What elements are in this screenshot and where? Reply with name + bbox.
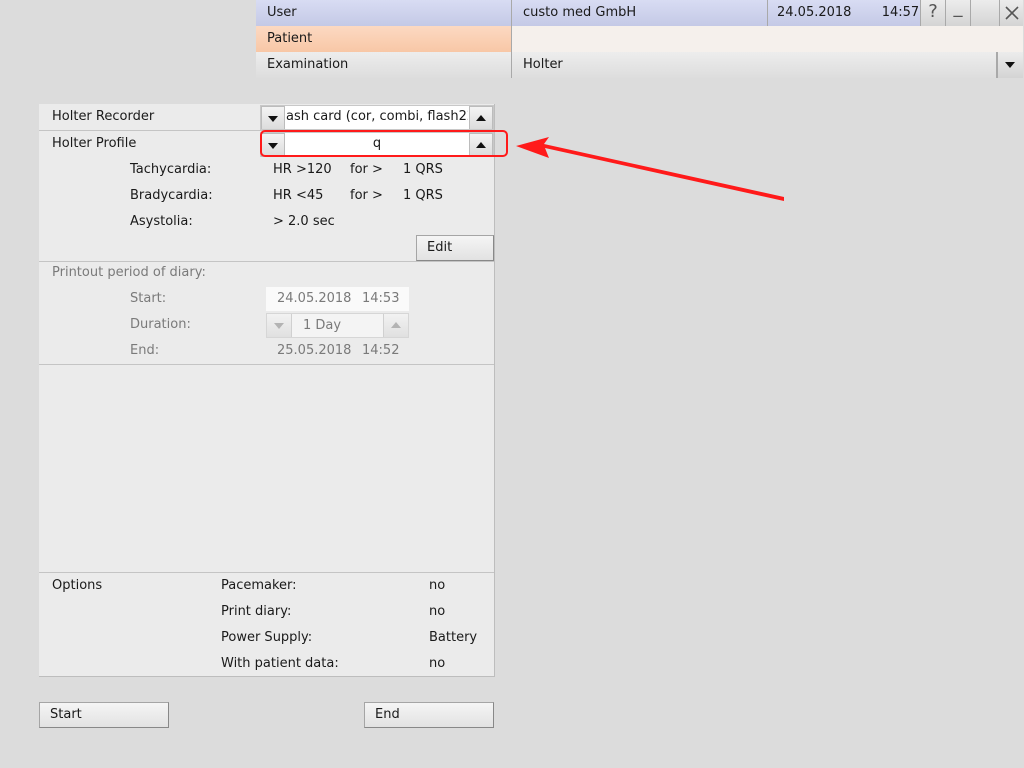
close-button[interactable] [999,0,1023,26]
option-print-diary-value: no [429,604,446,619]
examination-label: Examination [256,52,512,78]
patient-value[interactable] [512,26,1023,52]
diary-end-date: 25.05.2018 [277,343,352,358]
asystolia-label: Asystolia: [130,214,193,229]
diary-start-time: 14:53 [362,291,400,306]
option-pacemaker-label: Pacemaker: [221,578,297,593]
bradycardia-qrs: 1 QRS [403,188,443,203]
diary-start-date: 24.05.2018 [277,291,352,306]
separator [39,261,494,262]
user-label: User [256,0,512,26]
diary-start-label: Start: [130,291,167,306]
minimize-icon: _ [953,0,963,18]
option-patient-data-label: With patient data: [221,656,339,671]
tachycardia-label: Tachycardia: [130,162,212,177]
spacer-button [970,0,999,26]
holter-settings-panel: Holter Recorder ash card (cor, combi, fl… [39,104,495,677]
triangle-down-icon [274,323,284,329]
tachycardia-qrs: 1 QRS [403,162,443,177]
recorder-combo[interactable]: ash card (cor, combi, flash220 [260,105,494,130]
patient-label[interactable]: Patient [256,26,512,52]
diary-end-label: End: [130,343,160,358]
diary-start-field[interactable]: 24.05.2018 14:53 [266,287,409,311]
edit-profile-button[interactable]: Edit [416,235,494,261]
bradycardia-for: for > [350,188,383,203]
examination-select[interactable]: Holter [512,52,997,78]
asystolia-value: > 2.0 sec [273,214,335,229]
option-power-supply-value: Battery [429,630,478,645]
start-button[interactable]: Start [39,702,169,728]
chevron-down-icon [1005,62,1015,68]
end-button[interactable]: End [364,702,494,728]
help-button[interactable]: ? [920,0,945,26]
close-icon [1004,6,1019,20]
question-icon: ? [928,1,938,22]
recorder-next-button[interactable] [469,106,493,129]
separator [39,364,494,365]
current-time: 14:57 [881,5,920,20]
recorder-label: Holter Recorder [52,109,155,124]
triangle-down-icon [268,116,278,122]
user-row: User custo med GmbH 24.05.2018 14:57 ? _ [256,0,1023,26]
bradycardia-hr: HR <45 [273,188,324,203]
profile-label: Holter Profile [52,136,137,151]
recorder-prev-button[interactable] [261,106,285,129]
datetime-display: 24.05.2018 14:57 [768,0,923,26]
minimize-button[interactable]: _ [945,0,970,26]
option-pacemaker-value: no [429,578,446,593]
option-patient-data-value: no [429,656,446,671]
diary-end-time: 14:52 [362,343,400,358]
user-name[interactable]: custo med GmbH [512,0,768,26]
option-power-supply-label: Power Supply: [221,630,313,645]
examination-dropdown-button[interactable] [997,52,1023,78]
triangle-up-icon [391,322,401,328]
highlight-box [260,130,508,157]
options-title: Options [52,578,103,593]
tachycardia-hr: HR >120 [273,162,332,177]
recorder-value: ash card (cor, combi, flash220 [286,109,468,124]
bradycardia-label: Bradycardia: [130,188,213,203]
option-print-diary-label: Print diary: [221,604,292,619]
duration-decrease-button[interactable] [267,314,292,337]
tachycardia-for: for > [350,162,383,177]
triangle-up-icon [476,115,486,121]
current-date: 24.05.2018 [777,5,852,20]
diary-duration-spinner[interactable]: 1 Day [266,313,409,338]
diary-duration-label: Duration: [130,317,191,332]
diary-title: Printout period of diary: [52,265,206,280]
duration-increase-button[interactable] [383,314,408,337]
patient-row[interactable]: Patient [256,26,1023,52]
separator [39,572,494,573]
examination-row[interactable]: Examination Holter [256,52,1023,78]
diary-duration-value: 1 Day [303,318,342,333]
